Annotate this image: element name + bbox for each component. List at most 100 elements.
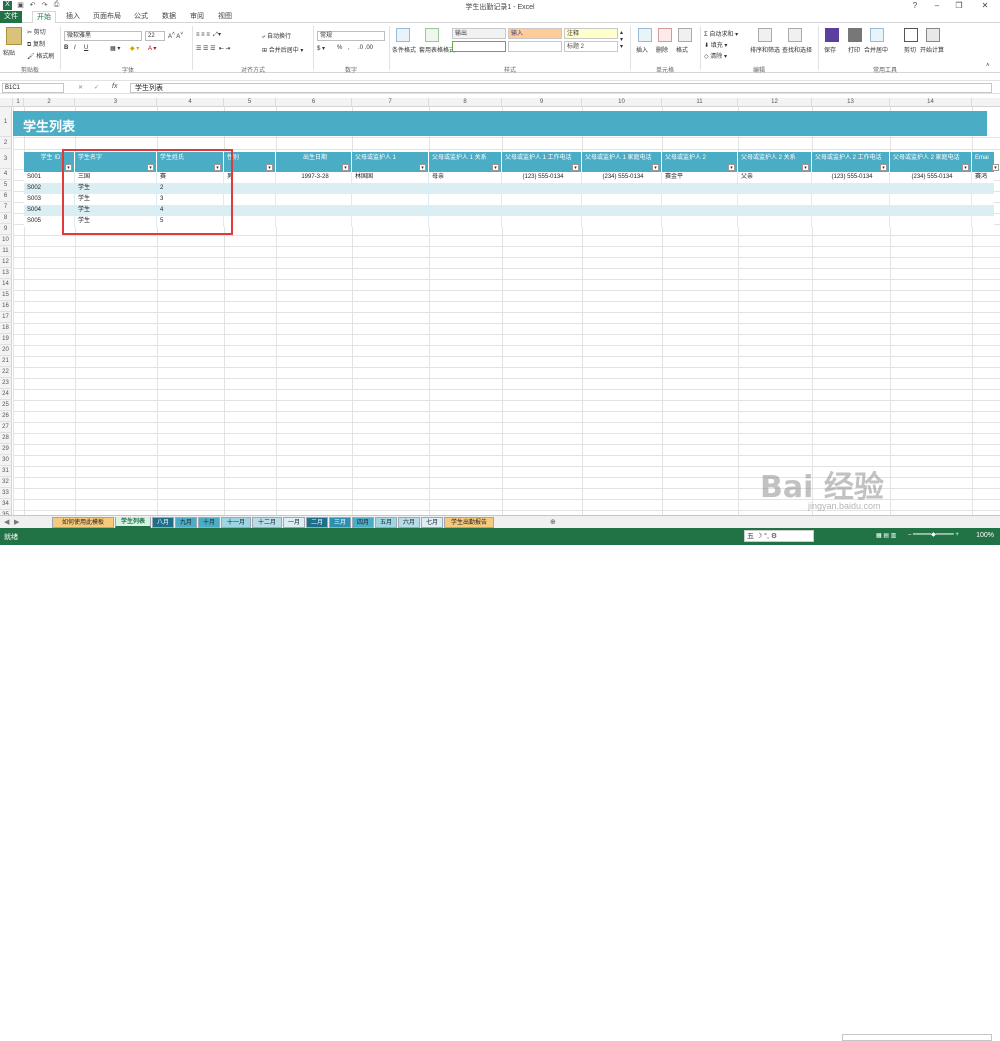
column-header[interactable]: 11 [662, 98, 738, 107]
table-cell[interactable] [429, 183, 502, 194]
row-header[interactable]: 4 [0, 169, 12, 180]
row-header[interactable]: 24 [0, 389, 12, 400]
table-cell[interactable] [352, 183, 429, 194]
format-button[interactable]: 格式 [676, 45, 688, 54]
ime-toolbar[interactable]: 五 ☽ °, ⚙ [744, 530, 814, 542]
tab-view[interactable]: 视图 [214, 11, 236, 23]
sheet-tab[interactable]: 学生列表 [115, 517, 151, 528]
delete-button[interactable]: 删除 [656, 45, 668, 54]
row-header[interactable]: 11 [0, 246, 12, 257]
grow-font-icon[interactable]: A˄ A˅ [168, 31, 183, 40]
table-cell[interactable] [972, 183, 1000, 194]
table-header-cell[interactable]: 父母或监护人 2 工作电话 ▾ [812, 152, 890, 172]
row-header[interactable]: 29 [0, 444, 12, 455]
filter-dropdown-icon[interactable]: ▾ [728, 164, 735, 171]
sheet-tab[interactable]: 二月 [306, 517, 328, 528]
delete-icon[interactable] [658, 28, 672, 42]
table-cell[interactable] [812, 205, 890, 216]
table-cell[interactable] [429, 194, 502, 205]
filter-dropdown-icon[interactable]: ▾ [962, 164, 969, 171]
table-cell[interactable]: (234) 555-0134 [890, 172, 972, 183]
filter-dropdown-icon[interactable]: ▾ [802, 164, 809, 171]
row-header[interactable]: 19 [0, 334, 12, 345]
close-button[interactable]: ✕ [976, 0, 994, 11]
column-header[interactable]: 9 [502, 98, 582, 107]
cell-style-swatch[interactable]: 注释 [564, 28, 618, 39]
format-painter-button[interactable]: 🖌 格式刷 [27, 51, 54, 60]
table-cell[interactable] [890, 205, 972, 216]
table-cell[interactable] [276, 183, 352, 194]
zoom-slider[interactable]: – ━━━━━◆━━━━━ + [908, 531, 959, 538]
sheet-tab[interactable]: 十一月 [221, 517, 251, 528]
row-header[interactable]: 13 [0, 268, 12, 279]
sheet-tab[interactable]: 六月 [398, 517, 420, 528]
row-header[interactable]: 30 [0, 455, 12, 466]
fx-icon[interactable]: fx [112, 83, 117, 90]
table-header-cell[interactable]: 出生日期 ▾ [276, 152, 352, 172]
table-cell[interactable] [582, 194, 662, 205]
sheet-tab[interactable]: 如何使用此模板 [52, 517, 114, 528]
clear-button[interactable]: ◇ 清除 ▾ [704, 51, 727, 60]
cell-style-swatch[interactable]: 输出 [452, 28, 506, 39]
row-header[interactable]: 28 [0, 433, 12, 444]
enter-icon[interactable]: ✓ [94, 84, 99, 91]
column-header[interactable]: 6 [276, 98, 352, 107]
tab-insert[interactable]: 插入 [62, 11, 84, 23]
find-select-icon[interactable] [788, 28, 802, 42]
table-cell[interactable] [972, 205, 1000, 216]
conditional-format-icon[interactable] [396, 28, 410, 42]
calculator-icon[interactable] [926, 28, 940, 42]
row-header[interactable]: 33 [0, 488, 12, 499]
table-cell[interactable] [738, 216, 812, 227]
table-cell[interactable] [812, 183, 890, 194]
table-cell[interactable] [738, 183, 812, 194]
number-format-select[interactable]: 常规 [317, 31, 385, 41]
row-header[interactable]: 34 [0, 499, 12, 510]
formula-input[interactable]: 学生列表 [130, 83, 992, 93]
filter-dropdown-icon[interactable]: ▾ [572, 164, 579, 171]
decimal-icon[interactable]: .0 .00 [358, 45, 373, 51]
merge-center-icon[interactable] [870, 28, 884, 42]
scissors-icon[interactable] [904, 28, 918, 42]
row-header[interactable]: 32 [0, 477, 12, 488]
column-header[interactable]: 4 [157, 98, 224, 107]
row-header[interactable]: 1 [0, 107, 12, 137]
fill-button[interactable]: ⬇ 填充 ▾ [704, 40, 727, 49]
font-size-select[interactable]: 22 [145, 31, 165, 41]
table-header-cell[interactable]: 父母或监护人 2 ▾ [662, 152, 738, 172]
table-cell[interactable] [276, 194, 352, 205]
column-header[interactable]: 7 [352, 98, 429, 107]
help-button[interactable]: ? [906, 0, 924, 11]
cut-button[interactable]: ✂ 剪切 [27, 27, 46, 36]
table-cell[interactable] [890, 216, 972, 227]
find-select-button[interactable]: 查找和选择 [782, 45, 812, 54]
row-header[interactable]: 9 [0, 224, 12, 235]
filter-dropdown-icon[interactable]: ▾ [419, 164, 426, 171]
paste-button[interactable]: 粘贴 [3, 48, 15, 57]
row-header[interactable]: 21 [0, 356, 12, 367]
table-cell[interactable] [662, 183, 738, 194]
table-cell[interactable] [972, 194, 1000, 205]
row-header[interactable]: 20 [0, 345, 12, 356]
filter-dropdown-icon[interactable]: ▾ [880, 164, 887, 171]
row-header[interactable]: 31 [0, 466, 12, 477]
table-header-cell[interactable]: 父母或监护人 1 工作电话 ▾ [502, 152, 582, 172]
comma-button[interactable]: , [348, 45, 350, 51]
table-cell[interactable]: 父亲 [738, 172, 812, 183]
table-cell[interactable] [662, 216, 738, 227]
row-header[interactable]: 16 [0, 301, 12, 312]
sheet-tab[interactable]: 九月 [175, 517, 197, 528]
tab-data[interactable]: 数据 [158, 11, 180, 23]
table-header-cell[interactable]: 父母或监护人 2 关系 ▾ [738, 152, 812, 172]
italic-button[interactable]: I [74, 45, 76, 51]
table-format-button[interactable]: 套用表格格式 [419, 45, 455, 54]
filter-dropdown-icon[interactable]: ▾ [266, 164, 273, 171]
column-header[interactable]: 5 [224, 98, 276, 107]
horizontal-scrollbar[interactable] [842, 1034, 992, 1041]
table-cell[interactable] [276, 205, 352, 216]
collapse-ribbon-icon[interactable]: ˄ [986, 63, 990, 69]
tab-review[interactable]: 审阅 [186, 11, 208, 23]
align-top-icon[interactable]: ≡ ≡ ≡ ⤢▾ [196, 31, 221, 39]
row-header[interactable]: 7 [0, 202, 12, 213]
table-cell[interactable]: 赛金平 [662, 172, 738, 183]
